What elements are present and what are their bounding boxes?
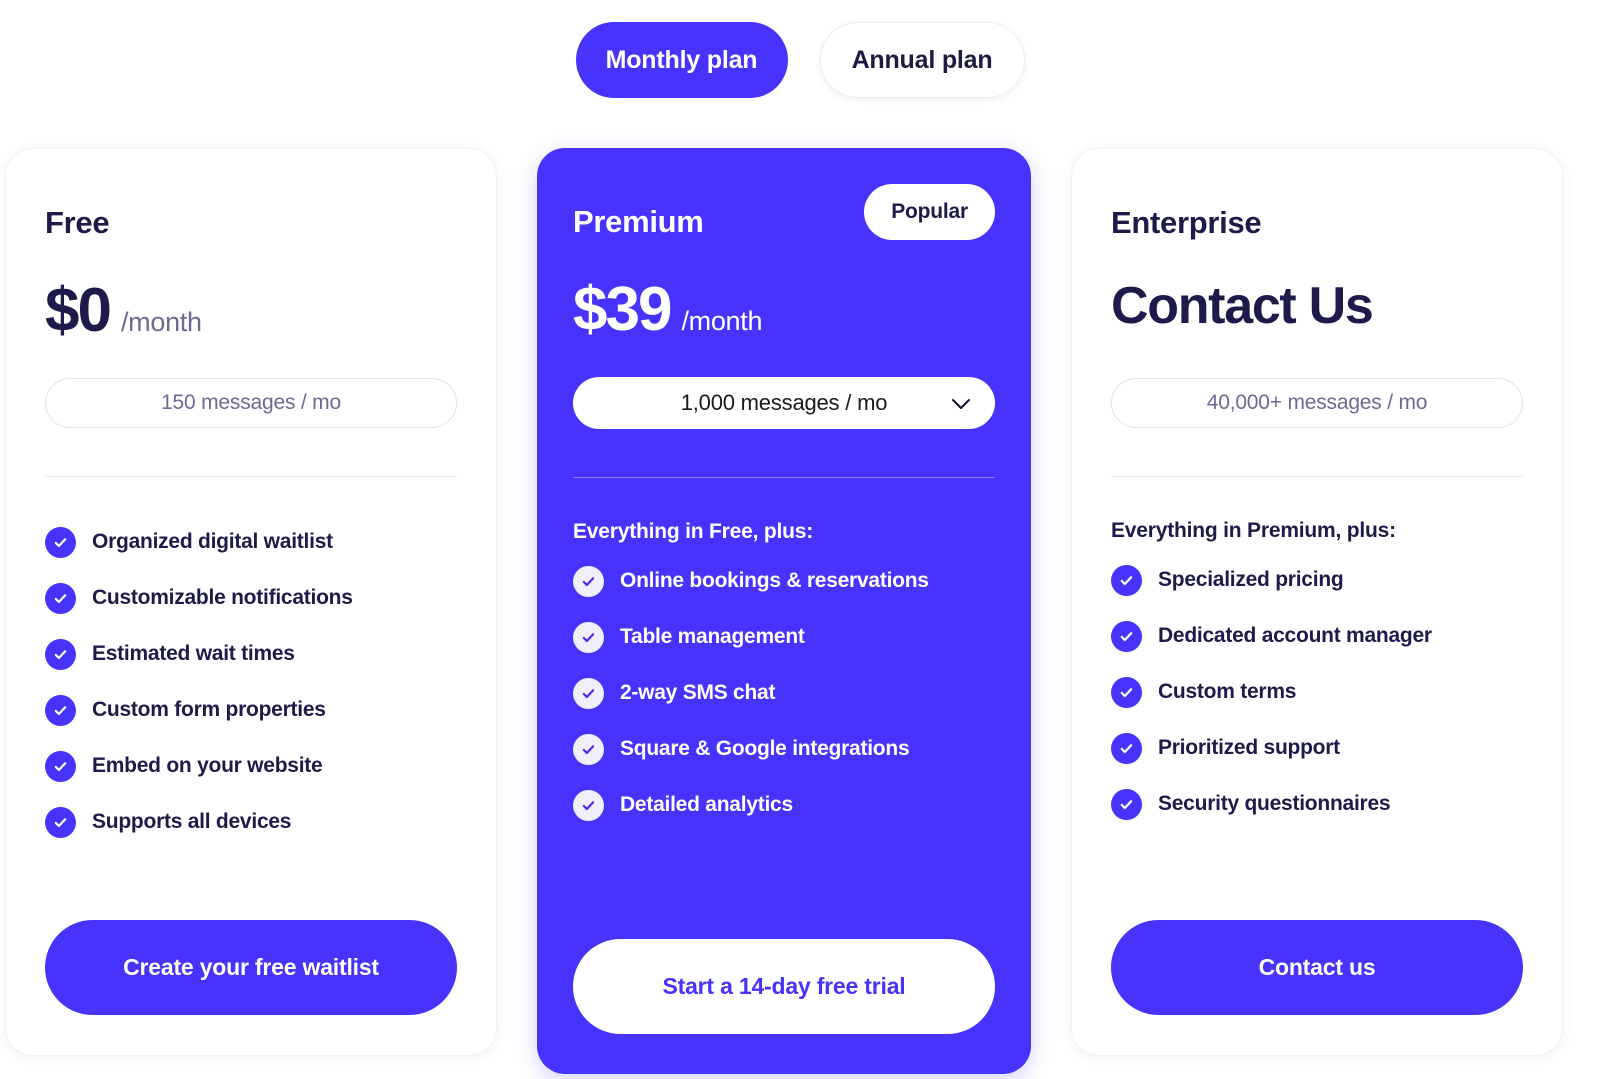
popular-badge: Popular — [864, 184, 995, 240]
check-circle-icon — [1111, 620, 1142, 652]
card-header-premium: Premium Popular — [573, 184, 995, 246]
features-heading-premium: Everything in Free, plus: — [573, 520, 814, 543]
quota-select-premium[interactable]: 1,000 messages / mo — [573, 377, 995, 429]
quota-pill-enterprise: 40,000+ messages / mo — [1111, 378, 1523, 428]
feature-item: Detailed analytics — [573, 782, 995, 828]
feature-list-free: Organized digital waitlist Customizable … — [45, 519, 457, 855]
price-row-enterprise: Contact Us — [1111, 280, 1523, 342]
card-header-free: Free — [45, 207, 457, 247]
check-circle-icon — [45, 526, 76, 558]
price-row-free: $0 /month — [45, 280, 457, 342]
divider-premium — [573, 477, 995, 478]
feature-label: Prioritized support — [1158, 736, 1340, 759]
feature-list-premium: Everything in Free, plus: Online booking… — [573, 520, 995, 838]
feature-label: Supports all devices — [92, 810, 292, 833]
feature-item: Embed on your website — [45, 743, 457, 789]
pricing-card-free: Free $0 /month 150 messages / mo Organiz… — [5, 148, 497, 1056]
price-period-free: /month — [120, 307, 202, 337]
check-circle-icon — [573, 565, 604, 597]
plan-title-premium: Premium — [573, 204, 704, 239]
check-circle-icon — [45, 750, 76, 782]
check-circle-icon — [573, 789, 604, 821]
feature-label: Detailed analytics — [620, 793, 793, 816]
divider-enterprise — [1111, 476, 1523, 477]
feature-label: Dedicated account manager — [1158, 624, 1432, 647]
feature-label: Custom form properties — [92, 698, 326, 721]
card-header-enterprise: Enterprise — [1111, 207, 1523, 247]
billing-period-toggle: Monthly plan Annual plan — [0, 22, 1600, 98]
feature-item: 2-way SMS chat — [573, 670, 995, 716]
feature-label: Embed on your website — [92, 754, 323, 777]
check-circle-icon — [1111, 564, 1142, 596]
pricing-card-premium: Premium Popular $39 /month 1,000 message… — [537, 148, 1031, 1074]
price-amount-premium: $39 — [573, 275, 672, 344]
feature-item: Prioritized support — [1111, 725, 1523, 771]
feature-label: Custom terms — [1158, 680, 1297, 703]
feature-item: Online bookings & reservations — [573, 558, 995, 604]
feature-label: Security questionnaires — [1158, 792, 1391, 815]
cta-start-free-trial[interactable]: Start a 14-day free trial — [573, 939, 995, 1034]
cta-create-free-waitlist[interactable]: Create your free waitlist — [45, 920, 457, 1015]
check-circle-icon — [573, 677, 604, 709]
feature-label: Table management — [620, 625, 805, 648]
check-circle-icon — [1111, 788, 1142, 820]
toggle-monthly-plan[interactable]: Monthly plan — [575, 22, 788, 98]
divider-free — [45, 476, 457, 477]
check-circle-icon — [573, 621, 604, 653]
quota-select-value: 1,000 messages / mo — [680, 390, 888, 415]
check-circle-icon — [45, 806, 76, 838]
plan-title-enterprise: Enterprise — [1111, 205, 1262, 240]
feature-label: Online bookings & reservations — [620, 569, 929, 592]
feature-label: Estimated wait times — [92, 642, 295, 665]
feature-label: Specialized pricing — [1158, 568, 1344, 591]
cta-contact-us[interactable]: Contact us — [1111, 920, 1523, 1015]
feature-item: Estimated wait times — [45, 631, 457, 677]
check-circle-icon — [1111, 732, 1142, 764]
feature-item: Supports all devices — [45, 799, 457, 845]
price-amount-free: $0 — [45, 276, 112, 345]
feature-item: Square & Google integrations — [573, 726, 995, 772]
price-amount-enterprise: Contact Us — [1111, 277, 1374, 335]
check-circle-icon — [45, 582, 76, 614]
feature-item: Custom terms — [1111, 669, 1523, 715]
feature-label: Organized digital waitlist — [92, 530, 333, 553]
pricing-card-enterprise: Enterprise Contact Us 40,000+ messages /… — [1071, 148, 1563, 1056]
feature-label: 2-way SMS chat — [620, 681, 776, 704]
check-circle-icon — [573, 733, 604, 765]
pricing-page: Monthly plan Annual plan Free $0 /month … — [0, 0, 1600, 1079]
feature-item: Table management — [573, 614, 995, 660]
features-heading-enterprise: Everything in Premium, plus: — [1111, 519, 1396, 542]
quota-pill-free: 150 messages / mo — [45, 378, 457, 428]
feature-list-enterprise: Everything in Premium, plus: Specialized… — [1111, 519, 1523, 837]
check-circle-icon — [45, 694, 76, 726]
feature-label: Customizable notifications — [92, 586, 353, 609]
feature-item: Custom form properties — [45, 687, 457, 733]
toggle-annual-plan[interactable]: Annual plan — [819, 22, 1025, 98]
feature-item: Security questionnaires — [1111, 781, 1523, 827]
feature-label: Square & Google integrations — [620, 737, 910, 760]
feature-item: Dedicated account manager — [1111, 613, 1523, 659]
feature-item: Organized digital waitlist — [45, 519, 457, 565]
plan-title-free: Free — [45, 205, 110, 240]
chevron-down-icon[interactable] — [951, 390, 971, 416]
price-row-premium: $39 /month — [573, 279, 995, 341]
pricing-cards: Free $0 /month 150 messages / mo Organiz… — [5, 148, 1595, 1074]
check-circle-icon — [45, 638, 76, 670]
feature-item: Specialized pricing — [1111, 557, 1523, 603]
check-circle-icon — [1111, 676, 1142, 708]
feature-item: Customizable notifications — [45, 575, 457, 621]
price-period-premium: /month — [681, 306, 763, 336]
